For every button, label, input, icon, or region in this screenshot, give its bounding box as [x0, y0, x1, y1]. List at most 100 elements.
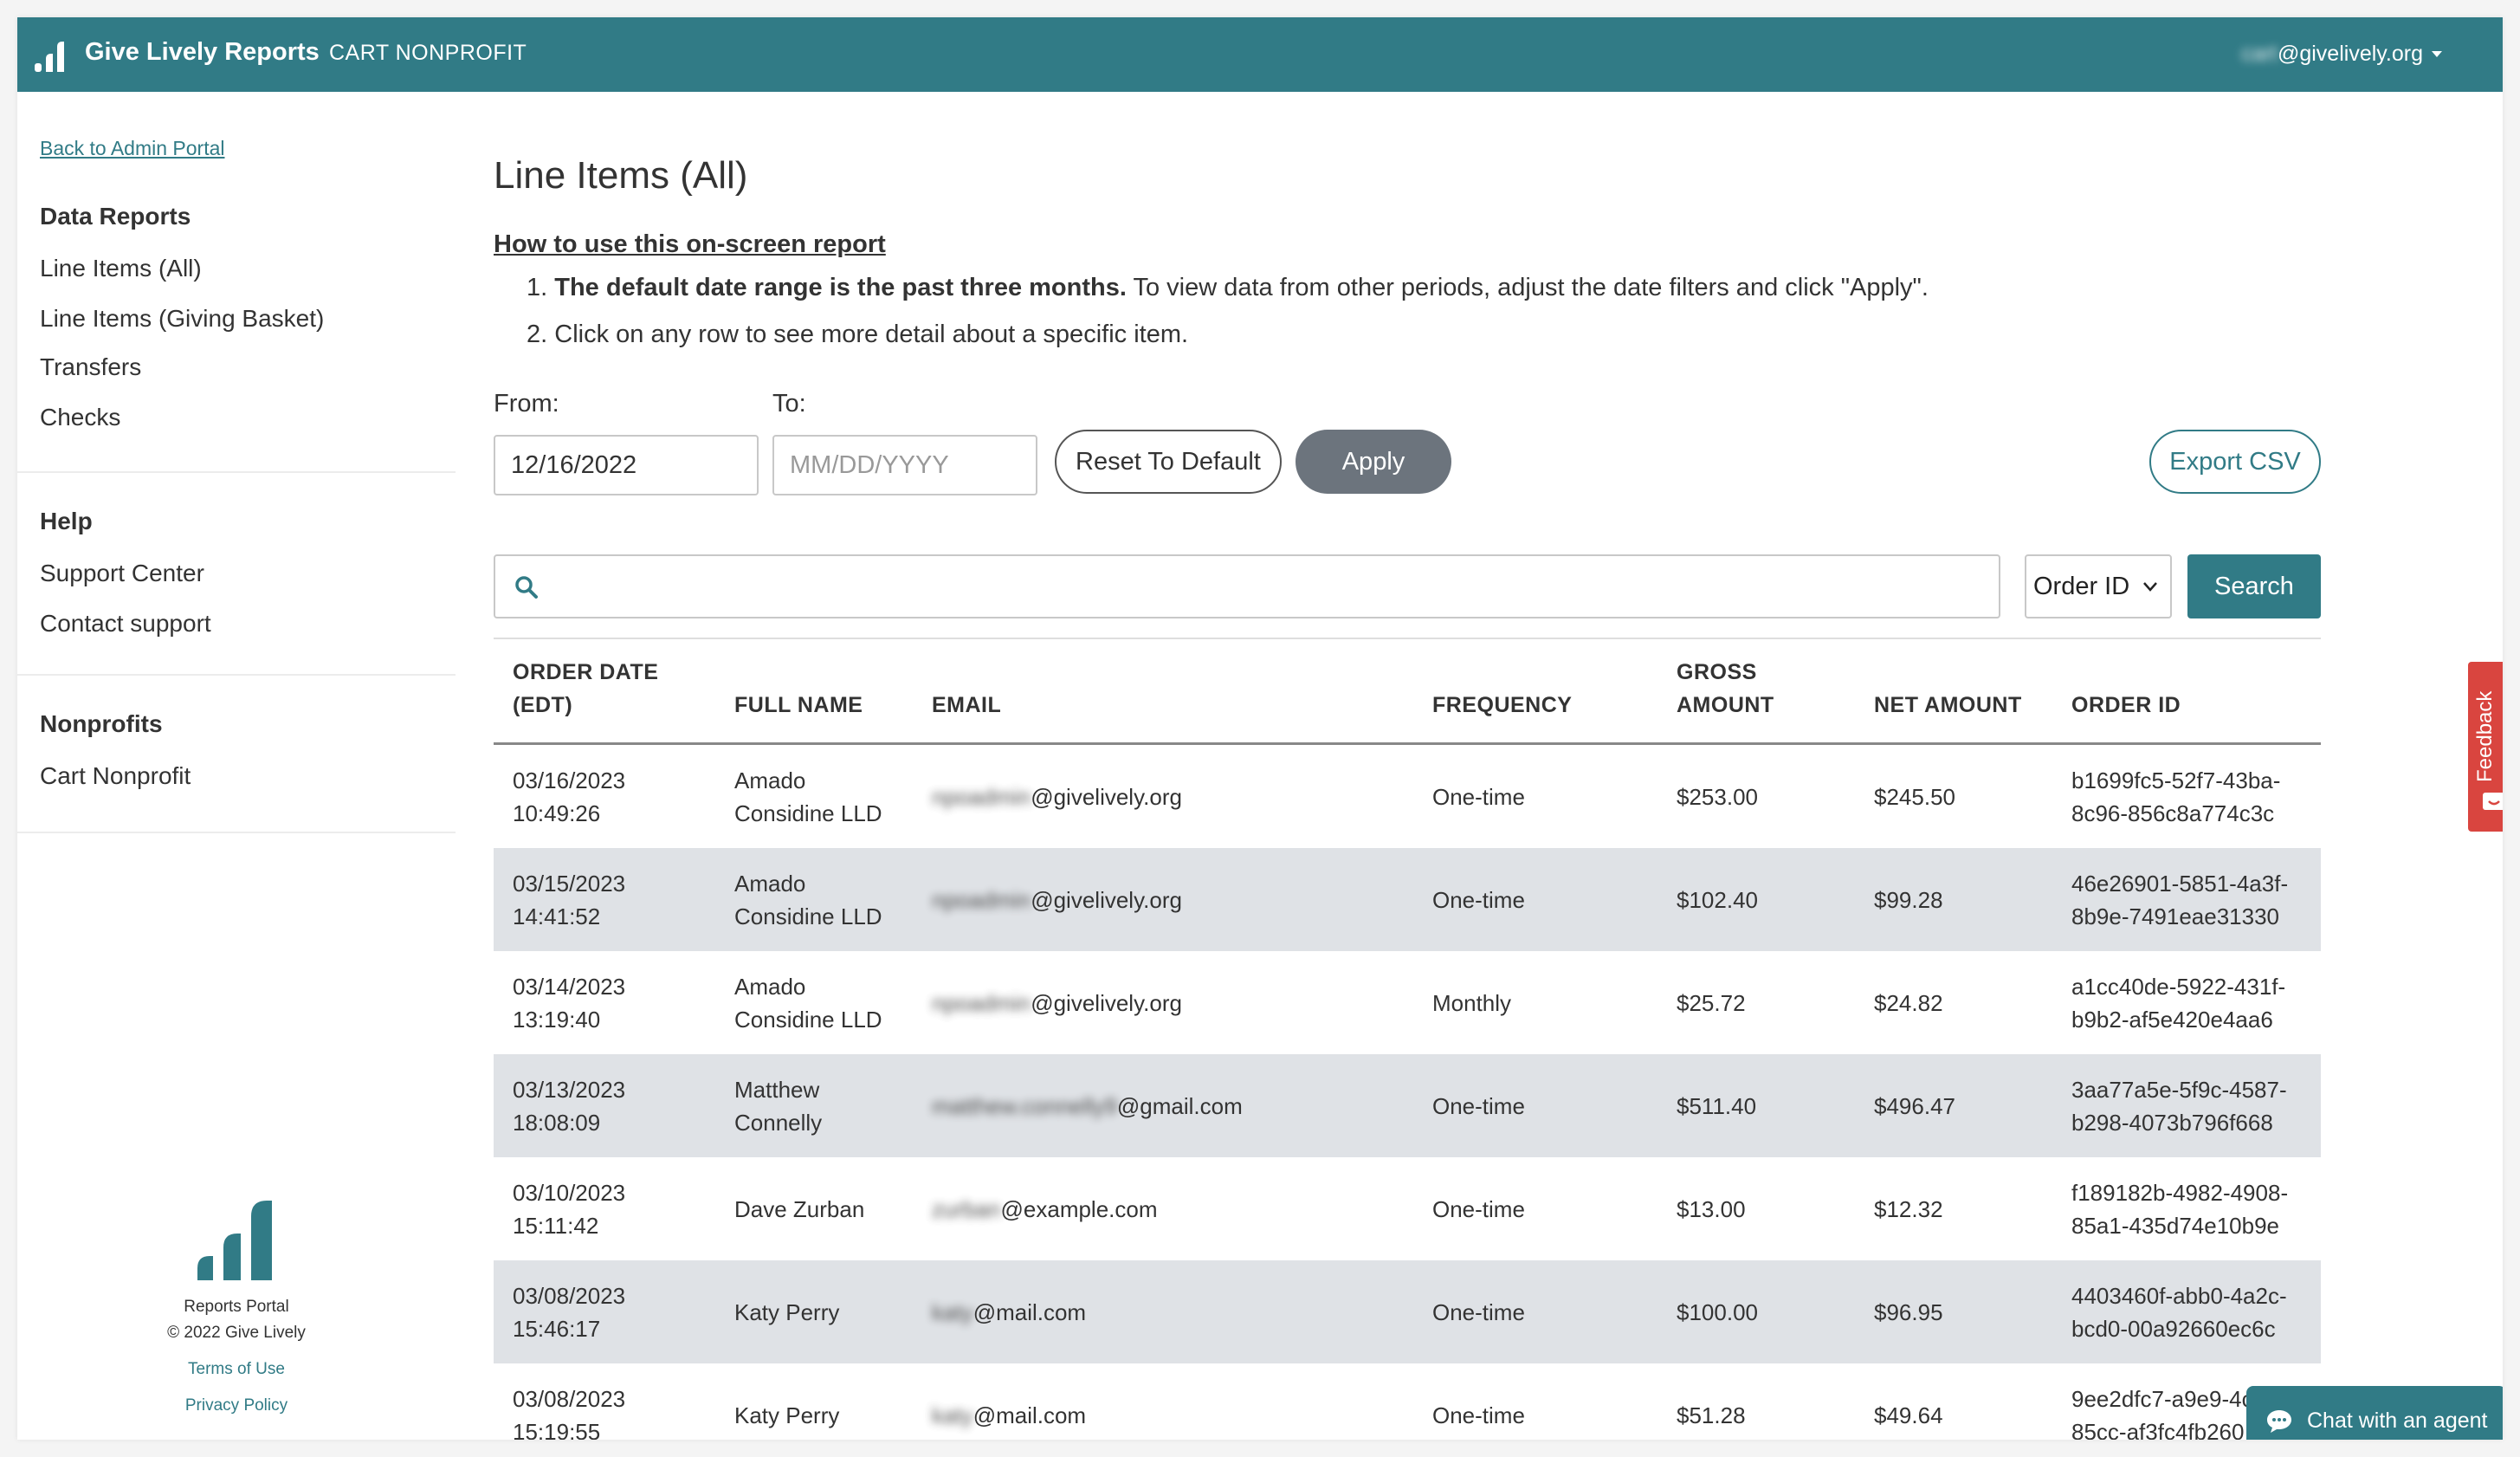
sidebar-item-contact-support[interactable]: Contact support — [17, 610, 456, 638]
cell-email: npoadmin@givelively.org — [932, 884, 1417, 916]
table-row[interactable]: 03/08/2023 15:46:17 Katy Perry katy@mail.… — [494, 1260, 2321, 1363]
column-header-email[interactable]: EMAIL — [932, 689, 1417, 722]
from-label: From: — [494, 390, 559, 418]
table-header: ORDER DATE (EDT) FULL NAME EMAIL FREQUEN… — [494, 639, 2321, 745]
name-line: Amado — [734, 871, 806, 897]
cell-net-amount: $496.47 — [1874, 1093, 1955, 1119]
name-line: Amado — [734, 767, 806, 793]
table-row[interactable]: 03/13/2023 18:08:09 Matthew Connelly matth… — [494, 1054, 2321, 1157]
sidebar-divider — [17, 674, 456, 676]
email-domain: @givelively.org — [1031, 887, 1182, 913]
table-row[interactable]: 03/16/2023 10:49:26 Amado Considine LLD np… — [494, 745, 2321, 848]
app-frame: Give Lively Reports CART NONPROFIT cart @… — [17, 17, 2503, 1440]
search-field-select[interactable]: Order ID — [2025, 554, 2172, 618]
cell-full-name: Amado Considine LLD — [734, 970, 916, 1036]
cell-full-name: Katy Perry — [734, 1299, 840, 1325]
sidebar-heading-nonprofits: Nonprofits — [40, 710, 163, 737]
email-domain: @example.com — [1000, 1196, 1158, 1222]
order-id-line: b9b2-af5e420e4aa6 — [2071, 1007, 2273, 1033]
app-brand[interactable]: Give Lively Reports — [85, 38, 320, 67]
sidebar-item-support-center[interactable]: Support Center — [17, 560, 456, 587]
column-header-gross-amount[interactable]: GROSS AMOUNT — [1677, 656, 1858, 722]
column-header-net-amount[interactable]: NET AMOUNT — [1874, 689, 2056, 722]
sidebar-item-cart-nonprofit[interactable]: Cart Nonprofit — [17, 762, 456, 790]
to-date-input[interactable] — [772, 435, 1037, 495]
order-time: 15:19:55 — [513, 1419, 601, 1440]
order-id-line: 85a1-435d74e10b9e — [2071, 1213, 2280, 1239]
name-line: Connelly — [734, 1110, 823, 1136]
name-line: Considine LLD — [734, 903, 882, 929]
cell-email: matthew.connelly9@gmail.com — [932, 1090, 1417, 1123]
order-id-line: f189182b-4982-4908- — [2071, 1180, 2289, 1206]
back-to-admin-link[interactable]: Back to Admin Portal — [40, 137, 225, 160]
footer-copyright: © 2022 Give Lively — [167, 1324, 306, 1342]
sidebar-divider — [17, 471, 456, 473]
cell-order-id: f189182b-4982-4908- 85a1-435d74e10b9e — [2071, 1176, 2323, 1242]
cell-net-amount: $12.32 — [1874, 1196, 1943, 1222]
terms-of-use-link[interactable]: Terms of Use — [17, 1360, 456, 1379]
cell-full-name: Dave Zurban — [734, 1196, 865, 1222]
from-date-input[interactable] — [494, 435, 759, 495]
table-row[interactable]: 03/10/2023 15:11:42 Dave Zurban zurban@ex… — [494, 1157, 2321, 1260]
user-menu[interactable]: cart @givelively.org — [2241, 42, 2442, 67]
cell-full-name: Amado Considine LLD — [734, 867, 916, 933]
table-row[interactable]: 03/08/2023 15:19:55 Katy Perry katy@mail.… — [494, 1363, 2321, 1440]
cell-order-id: 4403460f-abb0-4a2c-bcd0-00a92660ec6c — [2071, 1279, 2323, 1345]
reset-to-default-button[interactable]: Reset To Default — [1055, 430, 1282, 494]
search-input[interactable] — [547, 565, 1985, 610]
email-redacted: npoadmin — [932, 990, 1031, 1016]
email-domain: @givelively.org — [1031, 784, 1182, 810]
step-number: 2. — [527, 321, 548, 348]
cell-gross-amount: $511.40 — [1677, 1093, 1757, 1119]
cell-order-date: 03/10/2023 15:11:42 — [513, 1176, 712, 1242]
table-row[interactable]: 03/15/2023 14:41:52 Amado Considine LLD np… — [494, 848, 2321, 951]
order-id-line: 3aa77a5e-5f9c-4587- — [2071, 1077, 2287, 1103]
email-redacted: katy — [932, 1299, 973, 1325]
search-field[interactable] — [494, 554, 2000, 618]
cell-order-date: 03/08/2023 15:46:17 — [513, 1279, 712, 1345]
sidebar-help: Help Support Center Contact support — [17, 508, 456, 638]
cell-order-date: 03/15/2023 14:41:52 — [513, 867, 712, 933]
chevron-down-icon — [2143, 582, 2157, 592]
sidebar-item-transfers[interactable]: Transfers — [17, 353, 456, 381]
sidebar-item-line-items-giving-basket[interactable]: Line Items (Giving Basket) — [17, 305, 456, 333]
table-row[interactable]: 03/14/2023 13:19:40 Amado Considine LLD np… — [494, 951, 2321, 1054]
give-lively-logo-icon[interactable] — [35, 40, 69, 73]
order-time: 15:11:42 — [513, 1213, 599, 1239]
email-domain: @mail.com — [972, 1402, 1087, 1428]
order-date: 03/08/2023 — [513, 1386, 626, 1412]
column-header-full-name[interactable]: FULL NAME — [734, 689, 916, 722]
column-header-line: ORDER DATE — [513, 660, 659, 684]
sidebar-item-line-items-all[interactable]: Line Items (All) — [17, 255, 456, 282]
name-line: Amado — [734, 974, 806, 1000]
order-date: 03/10/2023 — [513, 1180, 626, 1206]
cell-frequency: One-time — [1432, 784, 1525, 810]
order-id-line: b298-4073b796f668 — [2071, 1110, 2273, 1136]
apply-button[interactable]: Apply — [1296, 430, 1451, 494]
column-header-line: AMOUNT — [1677, 693, 1774, 717]
chat-with-agent-button[interactable]: Chat with an agent — [2246, 1386, 2503, 1440]
privacy-policy-link[interactable]: Privacy Policy — [17, 1396, 456, 1415]
step-number: 1. — [527, 274, 548, 301]
cell-email: npoadmin@givelively.org — [932, 780, 1417, 813]
email-redacted: matthew.connelly9 — [932, 1093, 1117, 1119]
cell-order-id: 3aa77a5e-5f9c-4587- b298-4073b796f668 — [2071, 1073, 2323, 1139]
feedback-tab[interactable]: Feedback — [2468, 662, 2503, 832]
sidebar-item-checks[interactable]: Checks — [17, 404, 456, 431]
export-csv-button[interactable]: Export CSV — [2149, 430, 2321, 494]
column-header-order-id[interactable]: ORDER ID — [2071, 689, 2323, 722]
column-header-frequency[interactable]: FREQUENCY — [1432, 689, 1657, 722]
sidebar-data-reports: Data Reports Line Items (All) Line Items… — [17, 203, 456, 431]
cell-gross-amount: $102.40 — [1677, 887, 1758, 913]
user-email-redacted: cart — [2241, 42, 2278, 66]
order-date: 03/15/2023 — [513, 871, 626, 897]
order-date: 03/08/2023 — [513, 1283, 626, 1309]
column-header-order-date[interactable]: ORDER DATE (EDT) — [513, 656, 712, 722]
cell-frequency: One-time — [1432, 1093, 1525, 1119]
search-button[interactable]: Search — [2187, 554, 2321, 618]
email-domain: @givelively.org — [1031, 990, 1182, 1016]
to-label: To: — [772, 390, 806, 418]
cell-full-name: Katy Perry — [734, 1402, 840, 1428]
sidebar-heading-help: Help — [40, 508, 93, 534]
smiley-chat-icon — [2483, 793, 2503, 810]
